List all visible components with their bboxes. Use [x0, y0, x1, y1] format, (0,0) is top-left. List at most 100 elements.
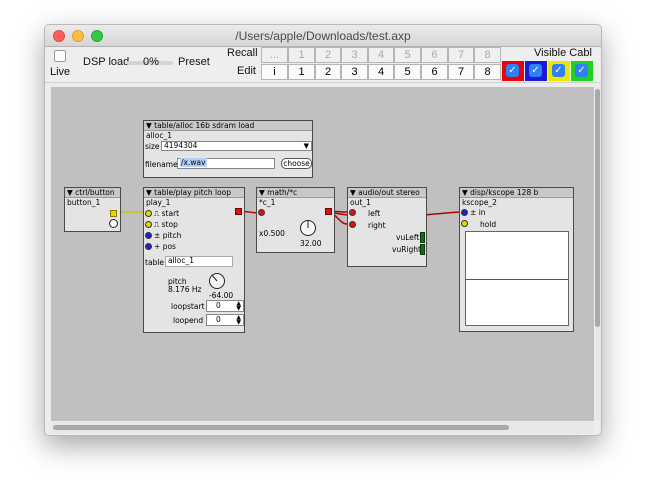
- loopend-label: loopend: [173, 316, 204, 325]
- dsp-load-value: 0%: [143, 56, 159, 68]
- object-header[interactable]: ▼ ctrl/button: [65, 188, 120, 198]
- chevron-down-icon: ▼: [303, 142, 309, 150]
- visible-cables-label: Visible Cabl: [534, 47, 592, 59]
- edit-button-4[interactable]: 4: [368, 64, 394, 80]
- math-multiply-object[interactable]: ▼ math/*c *c_1 x0.500 32.00: [256, 187, 335, 253]
- preset-label: Preset: [178, 56, 210, 68]
- audio-out-object[interactable]: ▼ audio/out stereo out_1 left right vuLe…: [347, 187, 427, 267]
- object-header[interactable]: ▼ table/alloc 16b sdram load: [144, 121, 312, 131]
- recall-button-1[interactable]: 1: [288, 47, 315, 63]
- recall-button-8[interactable]: 8: [474, 47, 501, 63]
- size-dropdown[interactable]: 4194304 ▼: [161, 141, 312, 151]
- pitch-knob[interactable]: [208, 272, 226, 290]
- recall-label: Recall: [227, 47, 258, 59]
- kscope-display-object[interactable]: ▼ disp/kscope 128 b kscope_2 ± in hold: [459, 187, 574, 332]
- loopstart-spinner[interactable]: 0 ▲ ▼: [206, 300, 244, 312]
- live-checkbox[interactable]: [54, 50, 66, 62]
- horizontal-scroll-thumb[interactable]: [53, 425, 509, 430]
- live-label: Live: [50, 66, 71, 78]
- table-play-object[interactable]: ▼ table/play pitch loop play_1 ⎍ start ⎍…: [143, 187, 245, 333]
- button-outlet[interactable]: [110, 210, 117, 217]
- object-name: button_1: [67, 198, 101, 207]
- check-icon: ✓: [506, 64, 519, 77]
- right-inlet[interactable]: [349, 221, 356, 228]
- push-button[interactable]: [109, 219, 118, 228]
- table-alloc-object[interactable]: ▼ table/alloc 16b sdram load alloc_1 siz…: [143, 120, 313, 178]
- hold-inlet[interactable]: [461, 220, 468, 227]
- stop-inlet[interactable]: [145, 221, 152, 228]
- edit-button-6[interactable]: 6: [421, 64, 448, 80]
- pitch-inlet[interactable]: [145, 232, 152, 239]
- recall-button-more[interactable]: ...: [261, 47, 288, 63]
- in-text: in: [478, 208, 486, 217]
- stop-text: stop: [161, 220, 178, 229]
- start-inlet[interactable]: [145, 210, 152, 217]
- start-text: start: [161, 209, 180, 218]
- left-inlet[interactable]: [349, 209, 356, 216]
- object-header[interactable]: ▼ audio/out stereo: [348, 188, 426, 198]
- math-knob[interactable]: [299, 219, 317, 237]
- edit-button-2[interactable]: 2: [315, 64, 341, 80]
- vu-left-label: vuLeft: [396, 233, 420, 242]
- edit-button-7[interactable]: 7: [448, 64, 474, 80]
- vertical-scrollbar[interactable]: [595, 87, 601, 421]
- horizontal-scrollbar[interactable]: [51, 422, 594, 433]
- recall-button-5[interactable]: 5: [394, 47, 421, 63]
- stepper-arrows-icon[interactable]: ▲ ▼: [236, 315, 241, 326]
- table-name-field[interactable]: alloc_1: [165, 256, 233, 267]
- recall-button-4[interactable]: 4: [368, 47, 394, 63]
- patch-window: /Users/apple/Downloads/test.axp Live DSP…: [44, 24, 602, 436]
- edit-button-info[interactable]: i: [261, 64, 288, 80]
- window-title: /Users/apple/Downloads/test.axp: [235, 29, 411, 43]
- math-inlet[interactable]: [258, 209, 265, 216]
- pitch-input-label: ± pitch: [154, 231, 181, 240]
- check-icon: ✓: [552, 64, 565, 77]
- recall-button-7[interactable]: 7: [448, 47, 474, 63]
- ctrl-button-object[interactable]: ▼ ctrl/button button_1: [64, 187, 121, 232]
- loopstart-label: loopstart: [171, 302, 205, 311]
- in-inlet[interactable]: [461, 209, 468, 216]
- vu-right-meter: [420, 244, 425, 255]
- edit-button-3[interactable]: 3: [341, 64, 368, 80]
- pos-inlet[interactable]: [145, 243, 152, 250]
- visible-cable-yellow-toggle[interactable]: ✓: [548, 61, 570, 81]
- patch-canvas[interactable]: ▼ table/alloc 16b sdram load alloc_1 siz…: [51, 87, 594, 421]
- dsp-load-label: DSP load: [83, 56, 130, 68]
- trigger-icon: ⎍: [154, 220, 160, 229]
- recall-button-2[interactable]: 2: [315, 47, 341, 63]
- recall-button-3[interactable]: 3: [341, 47, 368, 63]
- scope-display: [465, 231, 569, 326]
- pitch-knob-value: -64.00: [209, 291, 234, 300]
- object-header[interactable]: ▼ disp/kscope 128 b: [460, 188, 573, 198]
- vertical-scroll-thumb[interactable]: [595, 89, 600, 327]
- choose-button[interactable]: choose: [281, 158, 312, 169]
- in-label: ± in: [470, 208, 486, 217]
- object-name: *c_1: [259, 198, 276, 207]
- scope-center-line: [466, 279, 568, 280]
- vu-left-meter: [420, 232, 425, 243]
- object-header[interactable]: ▼ table/play pitch loop: [144, 188, 244, 198]
- edit-button-1[interactable]: 1: [288, 64, 315, 80]
- edit-button-8[interactable]: 8: [474, 64, 501, 80]
- plus-minus-icon: ±: [154, 231, 161, 240]
- loopend-spinner[interactable]: 0 ▲ ▼: [206, 314, 244, 326]
- visible-cable-blue-toggle[interactable]: ✓: [525, 61, 547, 81]
- visible-cable-green-toggle[interactable]: ✓: [571, 61, 593, 81]
- loopend-value: 0: [216, 315, 221, 324]
- size-label: size: [145, 142, 160, 151]
- visible-cable-red-toggle[interactable]: ✓: [502, 61, 524, 81]
- object-header[interactable]: ▼ math/*c: [257, 188, 334, 198]
- filename-input[interactable]: /x.wav: [177, 158, 275, 169]
- check-icon: ✓: [529, 64, 542, 77]
- audio-outlet[interactable]: [235, 208, 242, 215]
- math-outlet[interactable]: [325, 208, 332, 215]
- recall-button-6[interactable]: 6: [421, 47, 448, 63]
- plus-icon: +: [154, 242, 161, 251]
- stepper-arrows-icon[interactable]: ▲ ▼: [236, 301, 241, 312]
- math-knob-value: 32.00: [300, 239, 322, 248]
- object-name: play_1: [146, 198, 171, 207]
- object-name: alloc_1: [146, 131, 172, 140]
- size-value: 4194304: [164, 141, 198, 150]
- table-label: table: [145, 258, 164, 267]
- edit-button-5[interactable]: 5: [394, 64, 421, 80]
